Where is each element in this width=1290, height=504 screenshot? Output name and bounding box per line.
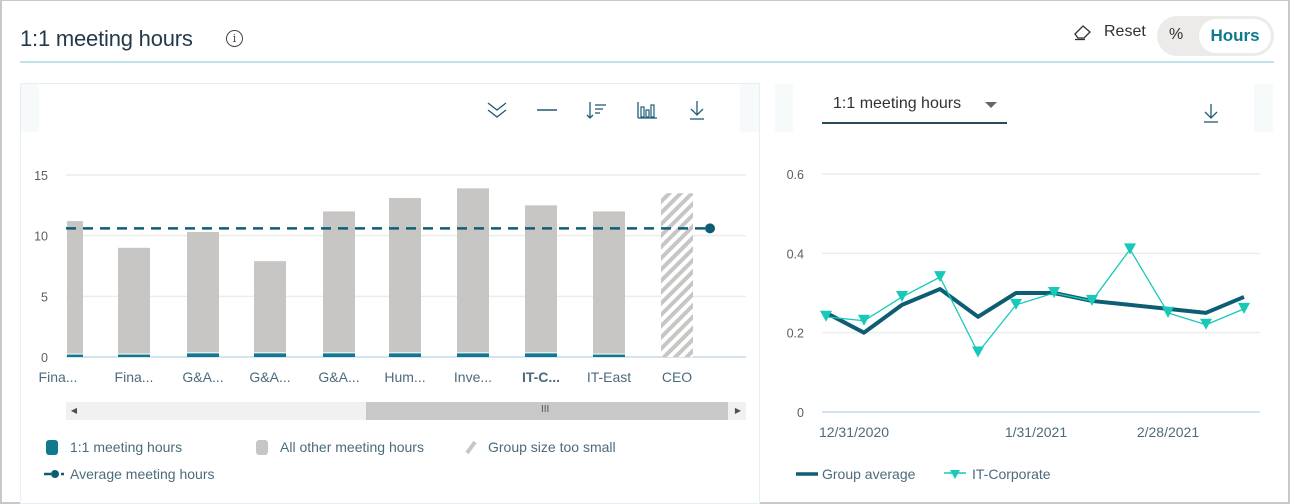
bar-one-on-one — [118, 354, 150, 357]
it-corporate-point — [1162, 306, 1174, 318]
it-corporate-line — [825, 248, 1245, 354]
x-tick-label: IT-East — [587, 369, 631, 385]
bar-other-meetings — [254, 261, 286, 353]
bar-other-meetings — [593, 211, 625, 354]
y-tick-label: 0 — [41, 351, 48, 365]
bar-one-on-one — [187, 353, 219, 357]
download-icon[interactable] — [1199, 101, 1223, 125]
bar-other-meetings — [187, 232, 219, 353]
scroll-right-button[interactable]: ▶ — [730, 402, 746, 420]
x-tick-label: Fina... — [39, 369, 78, 385]
reset-button[interactable]: Reset — [1072, 20, 1146, 44]
bar-other-meetings — [323, 211, 355, 353]
toggle-hours[interactable]: Hours — [1199, 19, 1271, 53]
line-chart: 0 0.2 0.4 0.6 12/31/2020 1/31/2021 2/28/2021 — [787, 168, 1260, 440]
bar-other-meetings — [389, 198, 421, 353]
legend-label: Group average — [822, 466, 916, 482]
bar-suppressed — [661, 193, 693, 357]
legend-label: All other meeting hours — [280, 439, 424, 455]
scroll-grip: III — [541, 404, 550, 415]
card-shade-right — [1254, 84, 1273, 132]
x-tick-label: Hum... — [384, 369, 425, 385]
it-corporate-point — [1010, 298, 1022, 310]
scroll-left-button[interactable]: ◀ — [66, 402, 82, 420]
it-corporate-point — [972, 346, 984, 358]
eraser-icon — [1074, 25, 1091, 41]
legend-label: Average meeting hours — [70, 466, 215, 482]
legend-item-group-average[interactable]: Group average — [796, 466, 915, 482]
y-tick-label: 0.4 — [787, 247, 804, 261]
legend-item-average[interactable]: Average meeting hours — [44, 466, 215, 482]
legend-label: 1:1 meeting hours — [70, 439, 183, 455]
bar-one-on-one — [67, 354, 83, 357]
bar-one-on-one — [254, 353, 286, 357]
chevron-down-icon — [985, 102, 997, 108]
x-tick-label: 1/31/2021 — [1005, 424, 1067, 440]
horizontal-scrollbar[interactable]: ◀ III ▶ — [66, 402, 746, 420]
it-corporate-point — [1238, 302, 1250, 314]
average-line-endpoint — [705, 223, 715, 234]
legend-label: Group size too small — [488, 439, 616, 455]
y-tick-label: 0.6 — [787, 168, 804, 182]
card-shade-left — [775, 84, 793, 132]
x-tick-label: IT-C... — [522, 369, 560, 385]
legend-hatch-icon — [465, 440, 477, 454]
legend-label: IT-Corporate — [972, 466, 1051, 482]
bar-other-meetings — [457, 188, 489, 353]
x-tick-label: 2/28/2021 — [1137, 424, 1199, 440]
bar-other-meetings — [67, 221, 83, 354]
x-tick-label: G&A... — [182, 369, 223, 385]
bar-other-meetings — [118, 247, 150, 354]
x-tick-label: G&A... — [249, 369, 290, 385]
legend-triangle-line-icon — [944, 470, 966, 479]
legend-item-one-on-one[interactable]: 1:1 meeting hours — [46, 439, 182, 455]
y-tick-label: 0.2 — [787, 327, 804, 341]
x-tick-label: 12/31/2020 — [819, 424, 889, 440]
scroll-thumb[interactable]: III — [366, 402, 728, 420]
y-tick-label: 5 — [41, 290, 48, 304]
legend-item-it-corporate[interactable]: IT-Corporate — [944, 466, 1051, 482]
legend-item-group-too-small[interactable]: Group size too small — [464, 439, 616, 455]
x-tick-label: CEO — [662, 369, 692, 385]
legend-swatch-teal — [46, 439, 58, 455]
it-corporate-point — [1200, 318, 1212, 330]
unit-toggle[interactable]: % Hours — [1157, 16, 1274, 56]
bar-chart: 0 5 10 15 Fina... Fina... G&A... G&A... G&A... H… — [34, 169, 746, 385]
group-average-line — [825, 287, 1245, 335]
legend-item-other-meetings[interactable]: All other meeting hours — [256, 439, 424, 455]
bar-one-on-one — [323, 353, 355, 357]
y-tick-label: 0 — [797, 406, 804, 420]
metric-dropdown[interactable]: 1:1 meeting hours — [822, 92, 1007, 124]
bar-one-on-one — [525, 353, 557, 357]
bar-one-on-one — [457, 353, 489, 357]
bar-one-on-one — [389, 353, 421, 357]
reset-label: Reset — [1104, 23, 1146, 40]
legend-swatch-gray — [256, 439, 268, 455]
toggle-percent[interactable]: % — [1169, 26, 1183, 44]
x-tick-label: Inve... — [454, 369, 492, 385]
y-tick-label: 15 — [34, 169, 48, 183]
it-corporate-point — [934, 271, 946, 283]
legend-line-icon — [796, 472, 818, 476]
bar-one-on-one — [593, 354, 625, 357]
x-tick-label: G&A... — [318, 369, 359, 385]
dropdown-value: 1:1 meeting hours — [833, 95, 962, 112]
legend-average-line-icon — [44, 470, 64, 478]
y-tick-label: 10 — [34, 230, 48, 244]
x-tick-label: Fina... — [115, 369, 154, 385]
